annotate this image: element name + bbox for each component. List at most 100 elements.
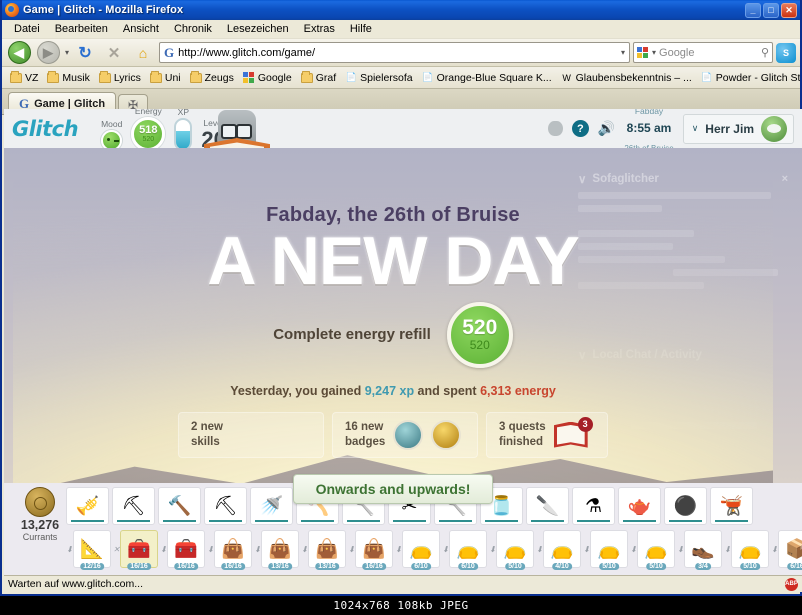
menu-bearbeiten[interactable]: Bearbeiten: [48, 21, 115, 37]
bug-icon[interactable]: [547, 121, 563, 136]
bag-cell[interactable]: ⬇ 👜 13/16: [301, 529, 347, 570]
bag-slot[interactable]: 👝 5/10: [731, 530, 769, 570]
search-input[interactable]: Google: [659, 47, 758, 59]
bag-slot[interactable]: 👜 16/16: [214, 530, 252, 570]
bag-slot[interactable]: 👜 13/16: [261, 530, 299, 570]
xp-stat[interactable]: XP: [174, 109, 193, 151]
adblock-icon[interactable]: ABP: [785, 577, 798, 591]
sound-icon[interactable]: 🔊: [598, 120, 615, 137]
bag-cell[interactable]: ⬇ 👜 16/16: [207, 529, 253, 570]
bag-cell[interactable]: ⬇ 📦 6/16: [771, 529, 802, 570]
user-menu[interactable]: ∨ Herr Jim: [682, 113, 794, 144]
history-dropdown-icon[interactable]: ▾: [64, 48, 69, 57]
bookmark-item[interactable]: VZ: [6, 70, 42, 85]
bookmark-item[interactable]: 📄 Orange-Blue Square K...: [418, 71, 556, 85]
bag-slot-selected[interactable]: 🧰 16/16: [120, 530, 158, 570]
remove-icon[interactable]: ✕: [113, 545, 120, 554]
sort-arrow-icon[interactable]: ⬇: [630, 545, 637, 554]
bookmark-item[interactable]: 📄Powder - Glitch Strate...: [697, 71, 800, 85]
bag-cell[interactable]: ⬇ 👝 5/10: [724, 529, 770, 570]
bag-cell[interactable]: ⬇ 👝 5/10: [583, 529, 629, 570]
badge-icon-2[interactable]: [431, 419, 462, 450]
reload-icon[interactable]: ↻: [72, 41, 98, 65]
stop-icon[interactable]: ✕: [101, 41, 127, 65]
glitch-logo[interactable]: Glitch: [12, 117, 79, 141]
bag-slot[interactable]: 👝 5/10: [590, 530, 628, 570]
bag-slot[interactable]: 👝 5/10: [496, 530, 534, 570]
search-bar[interactable]: ▾ Google ⚲: [633, 42, 773, 63]
bookmark-item[interactable]: Google: [239, 71, 296, 85]
sort-arrow-icon[interactable]: ⬇: [724, 545, 731, 554]
sort-arrow-icon[interactable]: ⬇: [442, 545, 449, 554]
bag-slot[interactable]: 📦 6/16: [778, 530, 802, 570]
back-button[interactable]: ◀: [6, 41, 32, 65]
menu-ansicht[interactable]: Ansicht: [116, 21, 166, 37]
bag-cell[interactable]: ⬇ 🧰 16/16: [160, 529, 206, 570]
search-engine-caret-icon[interactable]: ▾: [652, 48, 656, 57]
bag-cell[interactable]: ⬇ 👝 4/10: [536, 529, 582, 570]
bag-slot[interactable]: 👞 3/4: [684, 530, 722, 570]
sort-arrow-icon[interactable]: ⬇: [207, 545, 214, 554]
bookmark-item[interactable]: Musik: [43, 70, 93, 85]
search-icon[interactable]: ⚲: [761, 46, 769, 59]
avatar[interactable]: [761, 115, 787, 142]
minimize-button[interactable]: _: [745, 2, 761, 18]
bag-cell[interactable]: ⬇ 👞 3/4: [677, 529, 723, 570]
close-icon[interactable]: ×: [782, 173, 788, 185]
home-icon[interactable]: ⌂: [130, 41, 156, 65]
bag-slot[interactable]: 👝 5/10: [637, 530, 675, 570]
bag-slot[interactable]: 👜 13/16: [308, 530, 346, 570]
menu-lesezeichen[interactable]: Lesezeichen: [220, 21, 296, 37]
bag-cell[interactable]: ⬇ 👜 16/16: [348, 529, 394, 570]
bag-slot[interactable]: 👜 16/16: [355, 530, 393, 570]
bookmark-item[interactable]: Graf: [297, 70, 340, 85]
bookmark-item[interactable]: 📄 Spielersofa: [341, 71, 417, 85]
sort-arrow-icon[interactable]: ⬇: [348, 545, 355, 554]
sort-arrow-icon[interactable]: ⬇: [160, 545, 167, 554]
close-button[interactable]: ✕: [781, 2, 797, 18]
bag-cell[interactable]: ⬇ 👝 5/10: [489, 529, 535, 570]
bag-cell[interactable]: ⬇ 📐 12/16: [66, 529, 112, 570]
menu-datei[interactable]: Datei: [7, 21, 47, 37]
forward-button[interactable]: ▶: [35, 41, 61, 65]
bag-cell[interactable]: ✕ 🧰 16/16: [113, 529, 159, 570]
sort-arrow-icon[interactable]: ⬇: [489, 545, 496, 554]
achievement-box-badges[interactable]: 16 new badges: [332, 411, 478, 458]
sort-arrow-icon[interactable]: ⬇: [583, 545, 590, 554]
bag-cell[interactable]: ⬇ 👝 6/10: [395, 529, 441, 570]
sort-arrow-icon[interactable]: ⬇: [771, 545, 778, 554]
quest-book-icon[interactable]: 3: [554, 416, 593, 448]
energy-stat[interactable]: Energy 518 520: [131, 109, 166, 151]
bookmark-item[interactable]: Lyrics: [95, 70, 145, 85]
help-icon[interactable]: ?: [571, 120, 589, 137]
sort-arrow-icon[interactable]: ⬇: [536, 545, 543, 554]
url-dropdown-icon[interactable]: ▾: [621, 48, 625, 57]
bag-cell[interactable]: ⬇ 👜 13/16: [254, 529, 300, 570]
sort-arrow-icon[interactable]: ⬇: [66, 545, 73, 554]
achievement-box-quests[interactable]: 3 quests finished 3: [486, 411, 608, 458]
bookmark-item[interactable]: Uni: [146, 70, 185, 85]
sort-arrow-icon[interactable]: ⬇: [254, 545, 261, 554]
bookmark-item[interactable]: Zeugs: [186, 70, 238, 85]
mood-stat[interactable]: Mood: [101, 119, 122, 151]
bag-slot[interactable]: 📐 12/16: [73, 530, 111, 570]
onwards-button[interactable]: Onwards and upwards!: [292, 473, 494, 504]
skype-icon[interactable]: S: [776, 42, 796, 63]
bag-slot[interactable]: 👝 6/10: [402, 530, 440, 570]
url-bar[interactable]: G http://www.glitch.com/game/ ▾: [159, 42, 630, 63]
menu-chronik[interactable]: Chronik: [167, 21, 219, 37]
bag-slot[interactable]: 👝 4/10: [543, 530, 581, 570]
bookmark-item[interactable]: W Glaubensbekenntnis – ...: [557, 71, 696, 85]
maximize-button[interactable]: □: [763, 2, 779, 18]
sort-arrow-icon[interactable]: ⬇: [677, 545, 684, 554]
bag-slot[interactable]: 👝 6/10: [449, 530, 487, 570]
menu-extras[interactable]: Extras: [297, 21, 342, 37]
achievement-box-skills[interactable]: 2 new skills: [178, 411, 324, 458]
sort-arrow-icon[interactable]: ⬇: [301, 545, 308, 554]
sort-arrow-icon[interactable]: ⬇: [395, 545, 402, 554]
badge-icon-1[interactable]: [393, 419, 424, 450]
bag-slot[interactable]: 🧰 16/16: [167, 530, 205, 570]
menu-hilfe[interactable]: Hilfe: [343, 21, 379, 37]
bag-cell[interactable]: ⬇ 👝 6/10: [442, 529, 488, 570]
bag-cell[interactable]: ⬇ 👝 5/10: [630, 529, 676, 570]
